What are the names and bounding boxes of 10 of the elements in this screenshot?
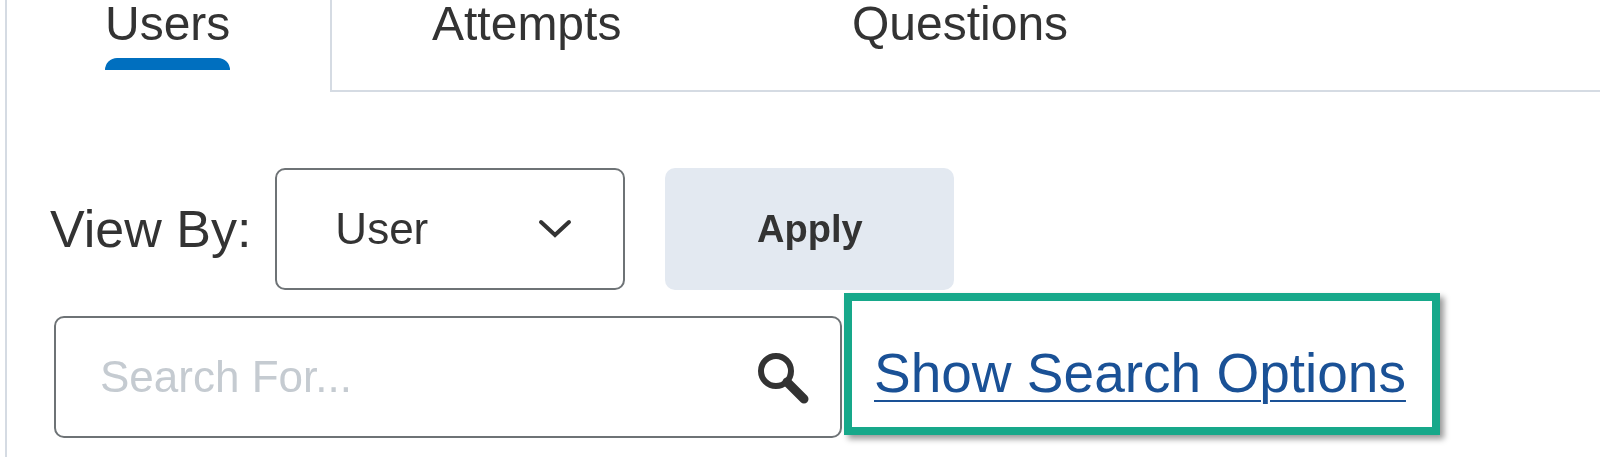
chevron-down-icon	[537, 218, 574, 240]
tab[interactable]: Attempts	[432, 0, 622, 70]
search-input[interactable]: Search For...	[100, 344, 754, 410]
view-by-select[interactable]: User	[275, 168, 626, 290]
tab[interactable]: Users	[105, 0, 231, 70]
apply-button[interactable]: Apply	[665, 168, 955, 290]
view-by-label: View By:	[50, 199, 252, 260]
search-field[interactable]: Search For...	[54, 316, 842, 438]
tab[interactable]: Questions	[852, 0, 1069, 70]
show-search-options-link[interactable]: Show Search Options	[874, 331, 1406, 415]
